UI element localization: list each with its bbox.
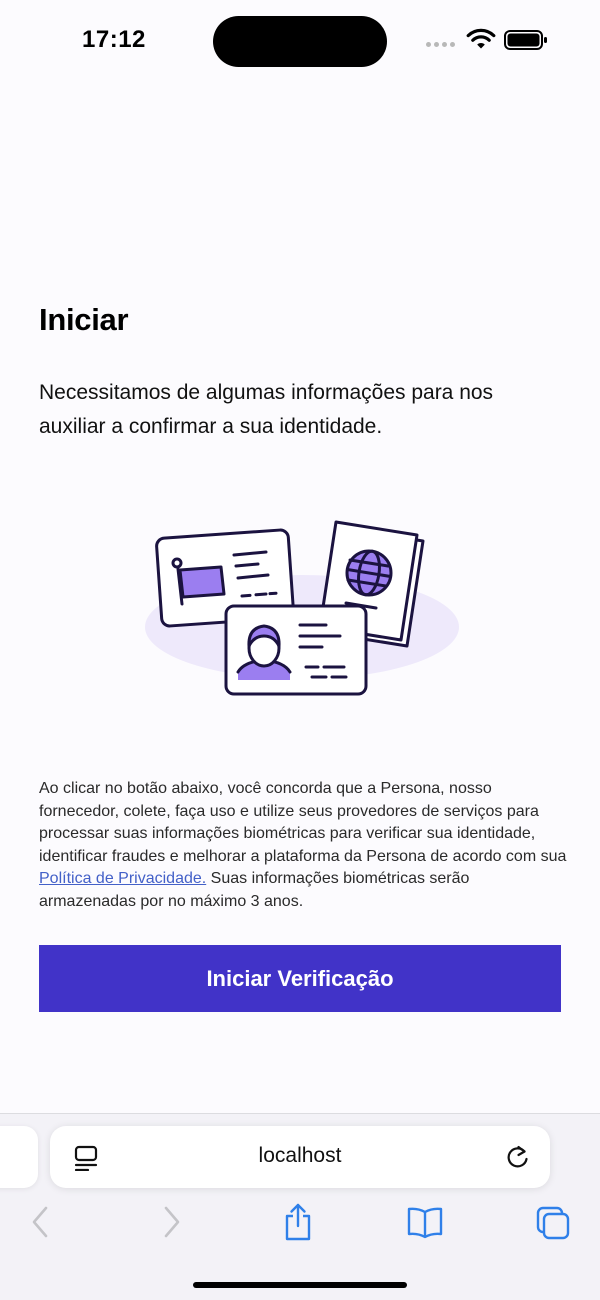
- home-indicator: [193, 1282, 407, 1288]
- url-text[interactable]: localhost: [50, 1144, 550, 1168]
- browser-toolbar: [0, 1202, 600, 1252]
- previous-tab-card[interactable]: [0, 1126, 38, 1188]
- start-verification-button[interactable]: Iniciar Verificação: [39, 945, 561, 1012]
- forward-icon[interactable]: [158, 1202, 184, 1247]
- consent-text-before-link: Ao clicar no botão abaixo, você concorda…: [39, 780, 567, 865]
- id-documents-illustration: [145, 520, 459, 696]
- consent-text: Ao clicar no botão abaixo, você concorda…: [39, 778, 567, 913]
- privacy-policy-link[interactable]: Política de Privacidade.: [39, 870, 206, 887]
- share-icon[interactable]: [282, 1202, 314, 1247]
- status-bar: 17:12: [0, 0, 600, 80]
- page-title: Iniciar: [39, 302, 129, 337]
- address-bar[interactable]: localhost: [50, 1126, 550, 1188]
- battery-icon: [504, 30, 547, 50]
- page-intro: Necessitamos de algumas informações para…: [39, 381, 494, 438]
- reload-icon[interactable]: [505, 1144, 531, 1170]
- tabs-icon[interactable]: [535, 1202, 571, 1247]
- wifi-icon: [466, 28, 496, 49]
- back-icon[interactable]: [28, 1202, 54, 1247]
- bookmarks-icon[interactable]: [406, 1202, 444, 1247]
- browser-bottom-bar: localhost: [0, 1113, 600, 1300]
- signal-icon: [426, 42, 455, 47]
- status-time: 17:12: [82, 26, 146, 53]
- dynamic-island: [213, 16, 387, 67]
